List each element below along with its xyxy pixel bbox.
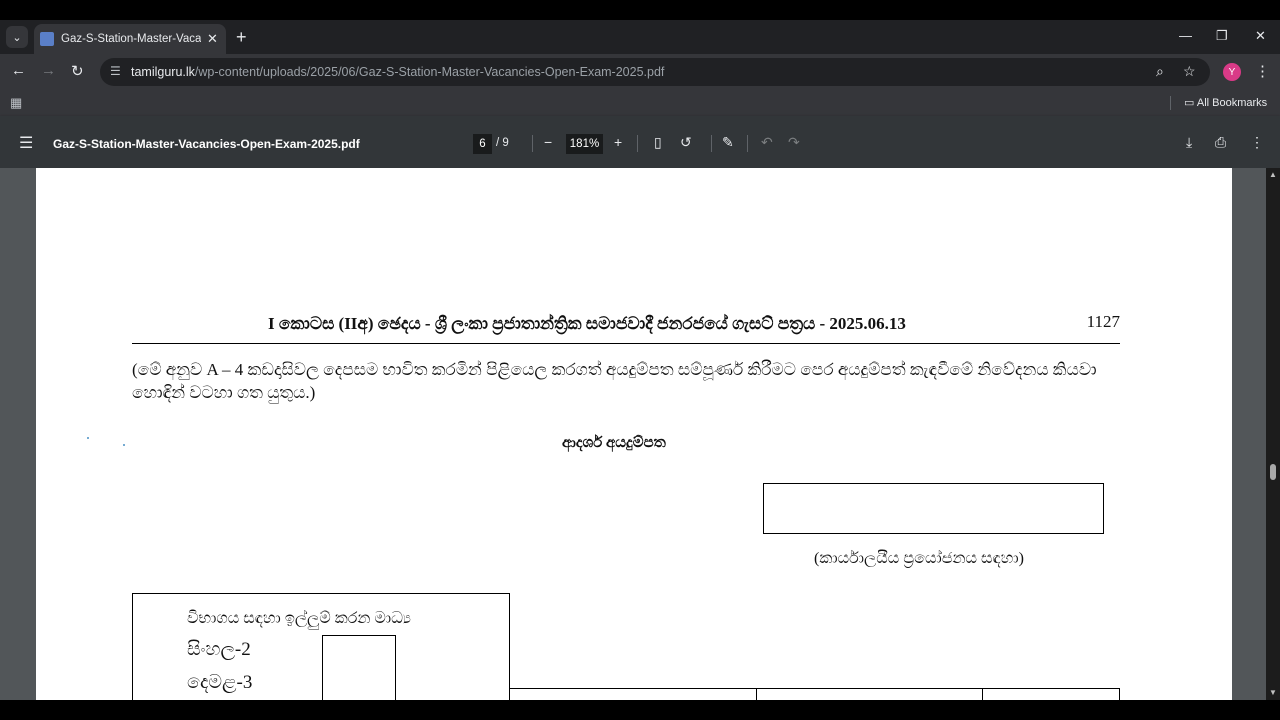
zoom-magnifier-icon[interactable]: ⌕ [1156, 63, 1164, 80]
office-use-box [763, 483, 1104, 534]
office-use-label: (කාර්යාලයීය ප්‍රයෝජනය සඳහා) [814, 550, 1024, 567]
url-path: /wp-content/uploads/2025/06/Gaz-S-Statio… [194, 65, 665, 79]
print-icon[interactable]: ⎙ [1215, 134, 1226, 151]
exam-medium-label: විභාගය සඳහා ඉල්ලුම් කරන මාධ්‍ය [187, 610, 411, 627]
scroll-up-arrow-icon[interactable]: ▲ [1269, 170, 1277, 179]
table-column-divider [756, 688, 757, 700]
redo-icon[interactable]: ↷ [788, 134, 800, 151]
annotate-pen-icon[interactable]: ✎ [722, 134, 734, 151]
bookmark-star-icon[interactable]: ☆ [1183, 63, 1196, 80]
close-icon[interactable]: ✕ [207, 31, 218, 47]
pdf-viewer[interactable]: I කොටස (IIඅ) ඡෙදය - ශ්‍රී ලංකා ප්‍රජාතාන… [0, 168, 1280, 700]
screen-top-border [0, 0, 1280, 20]
zoom-in-icon[interactable]: + [614, 134, 622, 150]
table-column-divider [982, 688, 983, 700]
form-title: ආදර්ශ අයදුම්පත [562, 435, 666, 451]
url-host: tamilguru.lk [131, 65, 195, 79]
gazette-header-title: I කොටස (IIඅ) ඡෙදය - ශ්‍රී ලංකා ප්‍රජාතාන… [268, 314, 906, 333]
zoom-out-icon[interactable]: − [544, 134, 552, 150]
bookmarks-divider [1170, 96, 1171, 110]
fit-to-page-icon[interactable]: ▯ [654, 134, 662, 151]
reload-icon[interactable]: ↻ [71, 62, 84, 80]
vertical-scrollbar[interactable]: ▲ ▼ [1266, 168, 1280, 700]
minimize-icon[interactable]: — [1179, 28, 1192, 43]
apps-grid-icon[interactable]: ▦ [10, 95, 22, 111]
pdf-more-menu-icon[interactable]: ⋮ [1250, 134, 1264, 151]
address-bar[interactable]: ☰ tamilguru.lk/wp-content/uploads/2025/0… [100, 58, 1210, 86]
restore-icon[interactable]: ❐ [1216, 28, 1228, 44]
pdf-page: I කොටස (IIඅ) ඡෙදය - ශ්‍රී ලංකා ප්‍රජාතාන… [36, 168, 1232, 700]
exam-medium-box: විභාගය සඳහා ඉල්ලුම් කරන මාධ්‍ය සිංහල-2 ද… [132, 593, 510, 700]
scroll-down-arrow-icon[interactable]: ▼ [1269, 688, 1277, 697]
forward-arrow-icon[interactable]: → [41, 62, 56, 79]
table-top-border [510, 688, 1120, 689]
pdf-toolbar: ☰ Gaz-S-Station-Master-Vacancies-Open-Ex… [0, 116, 1280, 168]
url-text[interactable]: tamilguru.lk/wp-content/uploads/2025/06/… [131, 65, 664, 79]
new-tab-plus-icon[interactable]: + [236, 27, 247, 48]
site-info-icon[interactable]: ☰ [110, 64, 121, 78]
tab-search-button[interactable]: ⌄ [6, 26, 28, 48]
rotate-icon[interactable]: ↺ [680, 134, 692, 151]
window-close-icon[interactable]: ✕ [1255, 28, 1266, 44]
pdf-file-name: Gaz-S-Station-Master-Vacancies-Open-Exam… [53, 137, 360, 151]
gazette-page-number: 1127 [1086, 312, 1120, 331]
tamilguru-favicon-icon [40, 32, 54, 46]
page-total: / 9 [496, 137, 509, 149]
medium-option-tamil: දෙමළ-3 [187, 672, 253, 693]
scrollbar-thumb[interactable] [1270, 464, 1276, 480]
toolbar-divider [637, 135, 638, 152]
toolbar-divider [532, 135, 533, 152]
all-bookmarks-button[interactable]: ▭ All Bookmarks [1184, 96, 1267, 109]
scan-speck [123, 444, 125, 446]
profile-avatar[interactable]: Y [1223, 63, 1241, 81]
browser-toolbar: ← → ↻ ☰ tamilguru.lk/wp-content/uploads/… [0, 54, 1280, 90]
undo-icon[interactable]: ↶ [761, 134, 773, 151]
bookmarks-bar: ▦ ▭ All Bookmarks [0, 90, 1280, 116]
scan-speck [87, 437, 89, 439]
chevron-down-icon: ⌄ [12, 31, 22, 44]
medium-option-sinhala: සිංහල-2 [187, 639, 251, 660]
back-arrow-icon[interactable]: ← [11, 62, 26, 79]
table-column-divider [1119, 688, 1120, 700]
gazette-header: I කොටස (IIඅ) ඡෙදය - ශ්‍රී ලංකා ප්‍රජාතාන… [132, 310, 1120, 344]
all-bookmarks-label: All Bookmarks [1196, 97, 1268, 109]
browser-tab[interactable]: Gaz-S-Station-Master-Vacancies-Open-Exam… [34, 24, 226, 54]
page-number-input[interactable]: 6 [473, 134, 492, 154]
sidebar-menu-icon[interactable]: ☰ [19, 133, 33, 153]
folder-icon: ▭ [1184, 97, 1195, 109]
instruction-note: (මේ අනුව A – 4 කඩදාසිවල දෙපසම භාවිත කරමි… [132, 360, 1097, 402]
download-icon[interactable]: ⤓ [1186, 134, 1192, 151]
screen-bottom-border [0, 700, 1280, 720]
tab-strip: ⌄ Gaz-S-Station-Master-Vacancies-Open-Ex… [0, 20, 1280, 54]
toolbar-divider [711, 135, 712, 152]
tab-title: Gaz-S-Station-Master-Vacancies-Open-Exam… [61, 33, 201, 45]
toolbar-divider [747, 135, 748, 152]
medium-entry-box [322, 635, 396, 700]
zoom-level-input[interactable]: 181% [566, 134, 603, 154]
more-menu-icon[interactable]: ⋮ [1255, 62, 1270, 80]
